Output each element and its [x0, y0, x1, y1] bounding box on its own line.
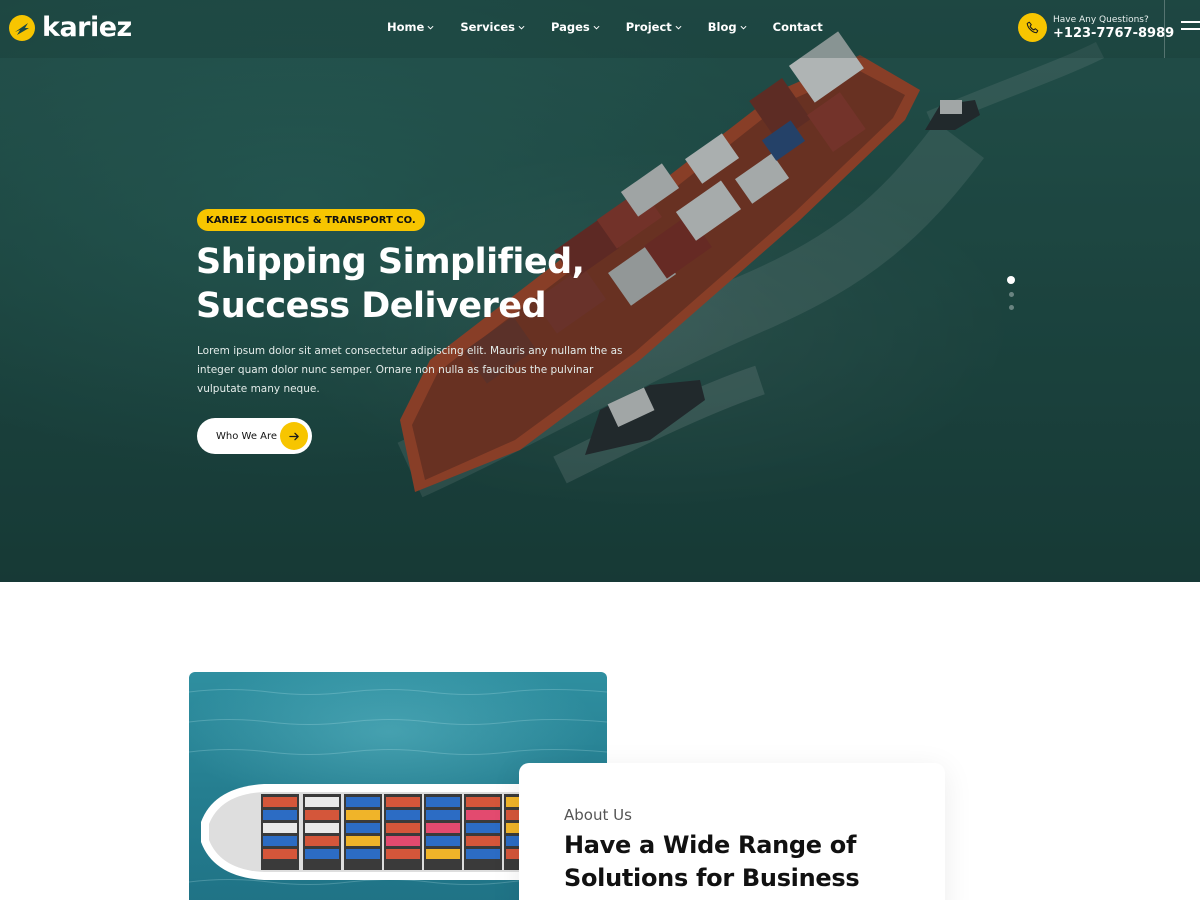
- hero-description: Lorem ipsum dolor sit amet consectetur a…: [197, 345, 623, 395]
- chevron-down-icon: [675, 25, 682, 30]
- about-title-line2: Solutions for Business: [564, 864, 860, 892]
- logo-icon: [9, 14, 35, 41]
- hero-tag: KARIEZ LOGISTICS & TRANSPORT CO.: [197, 209, 425, 231]
- nav-item-services[interactable]: Services: [460, 20, 525, 34]
- contact-text: Have Any Questions? +123-7767-8989: [1053, 15, 1174, 41]
- who-we-are-button[interactable]: Who We Are: [197, 418, 312, 454]
- hero-headline-line2: Success Delivered: [196, 286, 547, 326]
- top-navbar: kariez Home Services Pages Project Blog: [0, 0, 1200, 58]
- chevron-down-icon: [427, 25, 434, 30]
- about-label: About Us: [564, 806, 632, 824]
- phone-icon: [1018, 13, 1047, 42]
- slide-dot-3[interactable]: [1008, 305, 1014, 310]
- nav-item-label: Contact: [772, 20, 823, 34]
- slider-pagination: [1007, 276, 1015, 318]
- chevron-down-icon: [518, 25, 525, 30]
- chevron-down-icon: [593, 25, 600, 30]
- nav-item-contact[interactable]: Contact: [773, 20, 823, 34]
- hero-headline-line1: Shipping Simplified,: [196, 242, 585, 282]
- hero-section: kariez Home Services Pages Project Blog: [0, 0, 1200, 582]
- nav-item-label: Services: [460, 20, 515, 34]
- about-card: About Us Have a Wide Range of Solutions …: [519, 763, 945, 900]
- nav-item-label: Pages: [550, 20, 590, 34]
- arrow-right-icon: [280, 422, 308, 450]
- slide-dot-2[interactable]: [1008, 292, 1014, 297]
- nav-item-project[interactable]: Project: [626, 20, 682, 34]
- chevron-down-icon: [740, 25, 747, 30]
- contact-phone[interactable]: +123-7767-8989: [1053, 26, 1174, 41]
- hero-headline: Shipping Simplified, Success Delivered: [196, 240, 676, 328]
- slide-dot-1[interactable]: [1007, 276, 1015, 284]
- main-menu: Home Services Pages Project Blog Contact: [387, 20, 849, 34]
- nav-item-label: Project: [625, 20, 672, 34]
- header-contact[interactable]: Have Any Questions? +123-7767-8989: [1018, 13, 1174, 42]
- about-title-line1: Have a Wide Range of: [564, 831, 857, 859]
- brand-name: kariez: [42, 12, 132, 43]
- header-divider: [1164, 0, 1165, 58]
- nav-item-blog[interactable]: Blog: [708, 20, 747, 34]
- nav-item-pages[interactable]: Pages: [551, 20, 600, 34]
- brand-logo[interactable]: kariez: [8, 12, 132, 43]
- nav-item-home[interactable]: Home: [387, 20, 434, 34]
- nav-item-label: Home: [387, 20, 425, 34]
- hamburger-icon[interactable]: [1181, 21, 1200, 37]
- contact-label: Have Any Questions?: [1053, 14, 1149, 25]
- about-title: Have a Wide Range of Solutions for Busin…: [564, 829, 860, 895]
- nav-item-label: Blog: [707, 20, 737, 34]
- cta-label: Who We Are: [216, 430, 278, 442]
